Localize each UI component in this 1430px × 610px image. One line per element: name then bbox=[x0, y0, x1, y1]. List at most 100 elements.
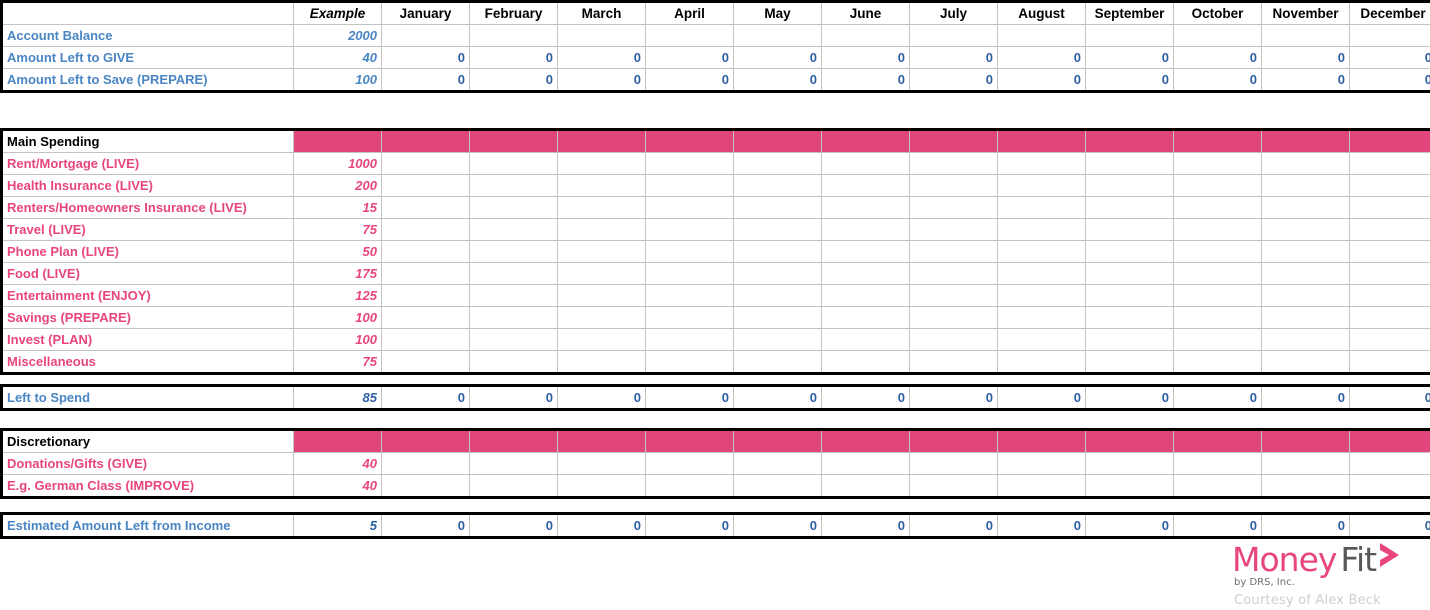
month-value-july[interactable]: 0 bbox=[909, 385, 998, 410]
month-value-december[interactable] bbox=[1349, 174, 1430, 197]
month-value-march[interactable] bbox=[557, 174, 646, 197]
month-value-june[interactable] bbox=[821, 24, 910, 47]
month-value-june[interactable]: 0 bbox=[821, 385, 910, 410]
month-value-january[interactable] bbox=[381, 328, 470, 351]
month-value-january[interactable] bbox=[381, 152, 470, 175]
month-value-february[interactable] bbox=[469, 474, 558, 498]
month-value-june[interactable]: 0 bbox=[821, 46, 910, 69]
month-value-december[interactable] bbox=[1349, 284, 1430, 307]
month-value-january[interactable] bbox=[381, 240, 470, 263]
example-value[interactable]: 50 bbox=[293, 240, 382, 263]
month-value-october[interactable] bbox=[1173, 24, 1262, 47]
month-value-july[interactable]: 0 bbox=[909, 46, 998, 69]
month-value-april[interactable]: 0 bbox=[645, 68, 734, 92]
month-value-september[interactable] bbox=[1085, 262, 1174, 285]
example-value[interactable]: 5 bbox=[293, 513, 382, 538]
month-value-march[interactable]: 0 bbox=[557, 385, 646, 410]
month-value-january[interactable] bbox=[381, 306, 470, 329]
month-value-august[interactable] bbox=[997, 284, 1086, 307]
example-value[interactable]: 200 bbox=[293, 174, 382, 197]
month-value-august[interactable] bbox=[997, 350, 1086, 374]
month-value-september[interactable] bbox=[1085, 452, 1174, 475]
month-value-november[interactable] bbox=[1261, 240, 1350, 263]
example-value[interactable]: 40 bbox=[293, 46, 382, 69]
month-value-december[interactable] bbox=[1349, 350, 1430, 374]
month-value-november[interactable] bbox=[1261, 328, 1350, 351]
month-value-april[interactable] bbox=[645, 196, 734, 219]
month-value-february[interactable] bbox=[469, 196, 558, 219]
month-value-april[interactable] bbox=[645, 284, 734, 307]
month-value-september[interactable] bbox=[1085, 328, 1174, 351]
month-value-november[interactable] bbox=[1261, 284, 1350, 307]
month-value-november[interactable] bbox=[1261, 306, 1350, 329]
example-value[interactable]: 1000 bbox=[293, 152, 382, 175]
month-value-november[interactable] bbox=[1261, 152, 1350, 175]
month-value-july[interactable] bbox=[909, 474, 998, 498]
month-value-november[interactable] bbox=[1261, 350, 1350, 374]
month-value-march[interactable] bbox=[557, 218, 646, 241]
month-value-december[interactable] bbox=[1349, 196, 1430, 219]
month-value-august[interactable]: 0 bbox=[997, 68, 1086, 92]
month-value-may[interactable]: 0 bbox=[733, 46, 822, 69]
month-value-august[interactable] bbox=[997, 174, 1086, 197]
month-value-february[interactable] bbox=[469, 240, 558, 263]
month-value-september[interactable]: 0 bbox=[1085, 385, 1174, 410]
example-value[interactable]: 40 bbox=[293, 452, 382, 475]
month-value-october[interactable]: 0 bbox=[1173, 513, 1262, 538]
month-value-april[interactable] bbox=[645, 152, 734, 175]
month-value-september[interactable] bbox=[1085, 350, 1174, 374]
month-value-may[interactable] bbox=[733, 218, 822, 241]
month-value-september[interactable] bbox=[1085, 24, 1174, 47]
month-value-november[interactable] bbox=[1261, 196, 1350, 219]
month-value-march[interactable] bbox=[557, 350, 646, 374]
month-value-march[interactable] bbox=[557, 284, 646, 307]
month-value-november[interactable] bbox=[1261, 24, 1350, 47]
month-value-september[interactable] bbox=[1085, 152, 1174, 175]
month-value-november[interactable]: 0 bbox=[1261, 46, 1350, 69]
month-value-june[interactable] bbox=[821, 284, 910, 307]
month-value-june[interactable] bbox=[821, 350, 910, 374]
month-value-december[interactable] bbox=[1349, 452, 1430, 475]
month-value-july[interactable] bbox=[909, 196, 998, 219]
month-value-july[interactable] bbox=[909, 452, 998, 475]
month-value-september[interactable] bbox=[1085, 474, 1174, 498]
month-value-june[interactable] bbox=[821, 306, 910, 329]
example-value[interactable]: 175 bbox=[293, 262, 382, 285]
month-value-february[interactable] bbox=[469, 350, 558, 374]
month-value-april[interactable] bbox=[645, 24, 734, 47]
month-value-july[interactable]: 0 bbox=[909, 68, 998, 92]
month-value-december[interactable] bbox=[1349, 474, 1430, 498]
month-value-january[interactable] bbox=[381, 218, 470, 241]
example-value[interactable]: 2000 bbox=[293, 24, 382, 47]
month-value-may[interactable] bbox=[733, 284, 822, 307]
month-value-april[interactable]: 0 bbox=[645, 513, 734, 538]
month-value-february[interactable]: 0 bbox=[469, 385, 558, 410]
month-value-august[interactable] bbox=[997, 262, 1086, 285]
month-value-november[interactable]: 0 bbox=[1261, 68, 1350, 92]
month-value-december[interactable]: 0 bbox=[1349, 46, 1430, 69]
month-value-june[interactable] bbox=[821, 218, 910, 241]
month-value-october[interactable]: 0 bbox=[1173, 46, 1262, 69]
month-value-july[interactable] bbox=[909, 328, 998, 351]
month-value-march[interactable]: 0 bbox=[557, 513, 646, 538]
example-value[interactable]: 15 bbox=[293, 196, 382, 219]
month-value-july[interactable] bbox=[909, 240, 998, 263]
month-value-june[interactable] bbox=[821, 152, 910, 175]
month-value-september[interactable]: 0 bbox=[1085, 513, 1174, 538]
month-value-may[interactable]: 0 bbox=[733, 513, 822, 538]
month-value-june[interactable] bbox=[821, 240, 910, 263]
month-value-june[interactable] bbox=[821, 328, 910, 351]
month-value-december[interactable] bbox=[1349, 328, 1430, 351]
month-value-september[interactable] bbox=[1085, 174, 1174, 197]
month-value-october[interactable] bbox=[1173, 152, 1262, 175]
month-value-august[interactable]: 0 bbox=[997, 513, 1086, 538]
example-value[interactable]: 75 bbox=[293, 350, 382, 374]
month-value-november[interactable] bbox=[1261, 452, 1350, 475]
month-value-december[interactable] bbox=[1349, 306, 1430, 329]
month-value-february[interactable] bbox=[469, 306, 558, 329]
month-value-may[interactable] bbox=[733, 240, 822, 263]
month-value-august[interactable] bbox=[997, 306, 1086, 329]
month-value-november[interactable] bbox=[1261, 218, 1350, 241]
month-value-may[interactable] bbox=[733, 152, 822, 175]
month-value-february[interactable]: 0 bbox=[469, 46, 558, 69]
